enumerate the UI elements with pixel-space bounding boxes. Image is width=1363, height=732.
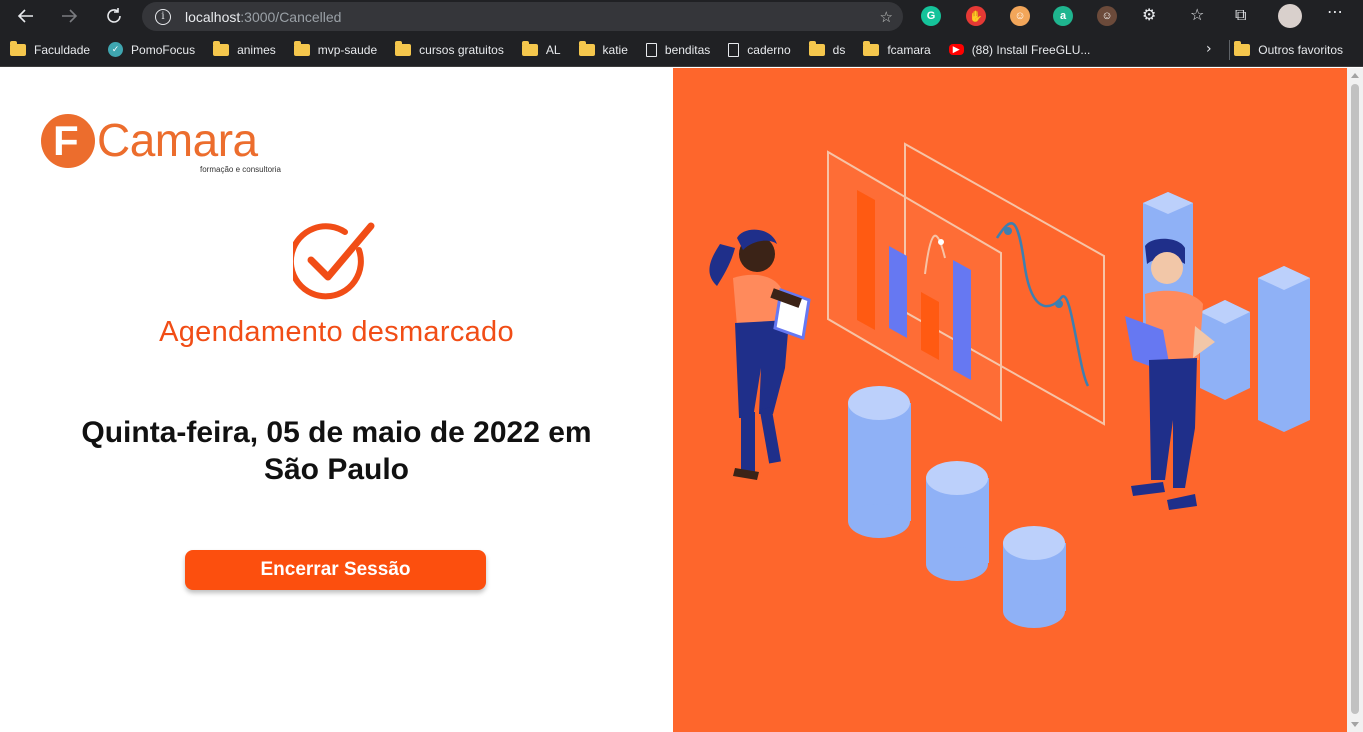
address-bar[interactable]: i localhost:3000/Cancelled ☆ [142,2,903,31]
folder-icon [863,40,880,56]
more-menu-icon[interactable]: ⋯ [1327,2,1343,21]
end-session-button[interactable]: Encerrar Sessão [185,550,486,590]
bookmark-divider [1229,40,1230,60]
chart-panel-front [827,150,1002,422]
avatar-extension-icon[interactable]: ☺ [1010,6,1030,26]
bookmark-cursos-gratuitos[interactable]: cursos gratuitos [385,38,512,62]
scroll-up-icon[interactable] [1351,73,1359,78]
bookmark-mvp-saude[interactable]: mvp-saude [284,38,385,62]
bookmark-caderno[interactable]: caderno [718,38,798,62]
reload-button[interactable] [98,0,130,32]
scroll-down-icon[interactable] [1351,722,1359,727]
folder-icon [578,40,595,56]
bar-block-2 [1200,300,1250,400]
arrow-left-icon [17,9,33,23]
hero-illustration-panel [673,68,1347,732]
cylinder-3 [1003,526,1066,628]
cylinder-2 [926,461,989,581]
bookmark-freeglut[interactable]: ▶ (88) Install FreeGLU... [939,38,1099,62]
page: F Camara formação e consultoria Agendame… [0,68,1363,732]
reload-icon [107,8,121,23]
collections-icon[interactable]: ⧉ [1235,5,1246,25]
checkmark-circle-icon [293,222,375,300]
arrow-right-icon [62,9,78,23]
a-extension-icon[interactable]: a [1053,6,1073,26]
appointment-date-line: Quinta-feira, 05 de maio de 2022 em [81,416,592,449]
fcamara-logo: F Camara formação e consultoria [41,112,301,182]
page-scrollbar[interactable] [1347,68,1363,732]
logo-name: Camara [97,114,258,166]
bookmark-ds[interactable]: ds [799,38,854,62]
add-favorite-icon[interactable]: ☆ [880,8,893,26]
bookmark-faculdade[interactable]: Faculdade [0,38,98,62]
page-icon [645,42,657,57]
status-title: Agendamento desmarcado [159,316,514,348]
bookmarks-bar: Faculdade ✓ PomoFocus animes mvp-saude cu… [0,33,1363,67]
bar-block-3 [1258,266,1310,432]
folder-icon [213,40,230,56]
extensions-icon[interactable]: ⚙ [1142,5,1156,24]
info-icon[interactable]: i [155,8,171,25]
appointment-date: Quinta-feira, 05 de maio de 2022 em São … [40,414,633,488]
forward-button[interactable] [53,0,85,32]
profile-avatar[interactable] [1278,4,1302,28]
woman-with-clipboard [709,229,811,480]
folder-icon [521,40,538,56]
bookmark-animes[interactable]: animes [203,38,284,62]
appointment-location-line: São Paulo [263,453,410,486]
bookmark-benditas[interactable]: benditas [636,38,718,62]
bookmark-fcamara[interactable]: fcamara [853,38,938,62]
logo-tagline: formação e consultoria [200,165,281,174]
data-analysis-illustration [709,142,1310,628]
bookmark-outros-favoritos[interactable]: Outros favoritos [1224,38,1351,62]
bookmark-katie[interactable]: katie [569,38,636,62]
url-text: localhost:3000/Cancelled [185,8,342,25]
bookmark-pomofocus[interactable]: ✓ PomoFocus [98,38,203,62]
chevron-right-icon[interactable]: › [1206,41,1212,57]
check-circle-icon: ✓ [108,42,124,57]
folder-icon [1234,41,1251,56]
folder-icon [293,40,310,56]
back-button[interactable] [10,0,42,32]
cylinder-1 [848,386,911,538]
favorites-icon[interactable]: ☆ [1190,5,1204,24]
folder-icon [10,40,26,56]
folder-icon [808,40,825,56]
page-icon [728,42,740,57]
folder-icon [395,40,412,56]
cancel-panel: F Camara formação e consultoria Agendame… [0,68,673,732]
browser-toolbar: i localhost:3000/Cancelled ☆ G ✋ ☺ a ☺ ⚙… [0,0,1363,33]
bookmark-al[interactable]: AL [512,38,569,62]
adblock-extension-icon[interactable]: ✋ [966,6,986,26]
scroll-thumb[interactable] [1351,84,1359,714]
character-extension-icon[interactable]: ☺ [1097,6,1117,26]
youtube-icon: ▶ [948,44,964,55]
logo-letter: F [53,117,79,164]
grammarly-extension-icon[interactable]: G [921,6,941,26]
